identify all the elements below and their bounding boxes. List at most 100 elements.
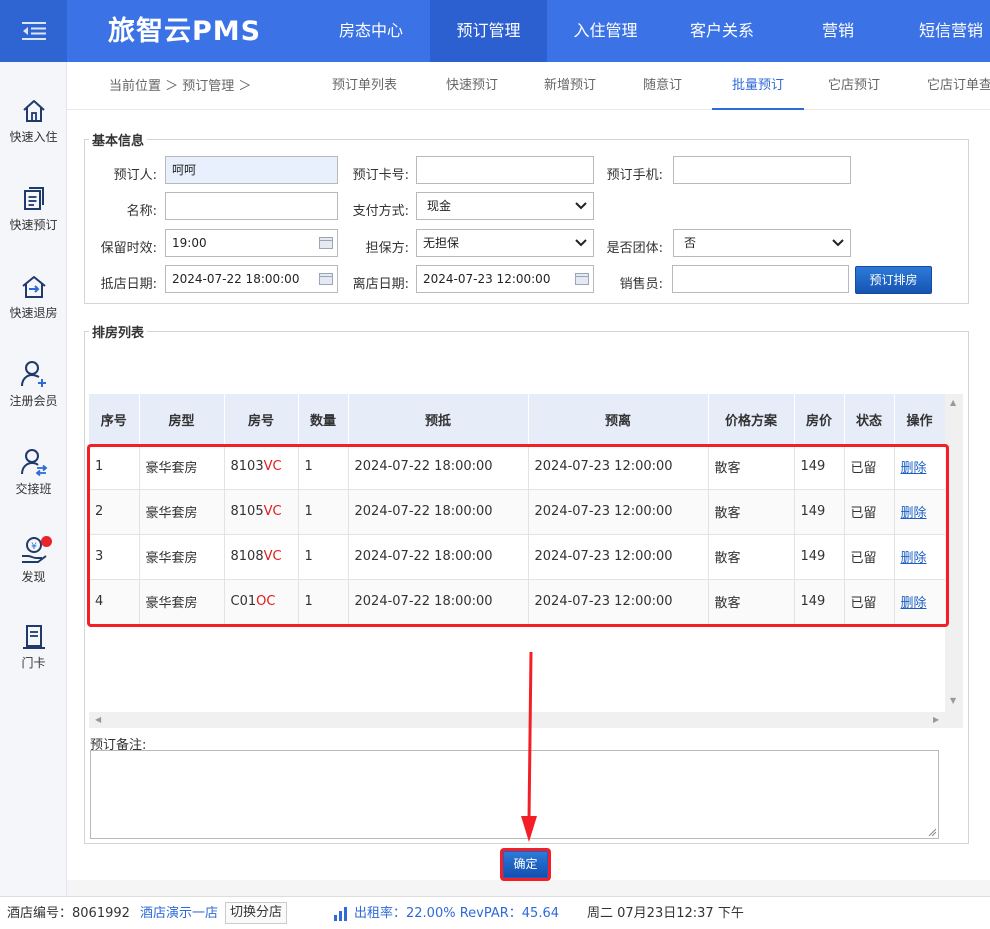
tab-booking-list[interactable]: 预订单列表 — [332, 62, 397, 110]
col-header: 预离 — [528, 394, 709, 444]
arrival-date-input[interactable]: 2024-07-22 18:00:00 — [165, 265, 338, 293]
booker-input[interactable]: 呵呵 — [165, 156, 338, 184]
guarantee-label: 担保方: — [365, 241, 409, 256]
table-header-row: 序号 房型 房号 数量 预抵 预离 价格方案 房价 状态 操作 — [89, 394, 946, 444]
col-header: 房号 — [224, 394, 299, 444]
remark-textarea[interactable] — [90, 750, 939, 839]
col-header: 房价 — [794, 394, 845, 444]
annotation-arrow-icon — [521, 651, 537, 842]
sidebar-item-register-member[interactable]: 注册会员 — [0, 360, 67, 409]
payment-select[interactable]: 现金 — [416, 192, 594, 220]
top-header: 旅智云PMS 房态中心 预订管理 入住管理 客户关系 营销 短信营销 — [0, 0, 990, 62]
scroll-down-icon[interactable]: ▼ — [950, 696, 956, 705]
nav-marketing[interactable]: 营销 — [780, 0, 896, 62]
batch-booking-panel: 基本信息 预订人: 呵呵 预订卡号: 预订手机: 名称: 支付方式: 现金 保留… — [67, 110, 990, 881]
confirm-button[interactable]: 确定 — [504, 852, 547, 877]
notification-dot — [41, 536, 52, 547]
departure-date-input[interactable]: 2024-07-23 12:00:00 — [416, 265, 594, 293]
col-header: 预抵 — [348, 394, 529, 444]
phone-input[interactable] — [673, 156, 851, 184]
chevron-down-icon — [575, 202, 587, 210]
occupancy-stats: 出租率：22.00% RevPAR：45.64 — [354, 906, 559, 921]
status-bar: 酒店编号：8061992 酒店演示一店 切换分店 出租率：22.00% RevP… — [0, 896, 990, 929]
group-label: 是否团体: — [606, 241, 663, 256]
nav-room-status[interactable]: 房态中心 — [312, 0, 430, 62]
arrival-date-label: 抵店日期: — [100, 277, 157, 292]
nav-customer-relations[interactable]: 客户关系 — [664, 0, 780, 62]
basic-info-legend: 基本信息 — [92, 134, 145, 149]
bar-chart-icon — [334, 907, 347, 921]
salesperson-input[interactable] — [672, 265, 849, 293]
nav-sms-marketing[interactable]: 短信营销 — [896, 0, 990, 62]
chevron-down-icon — [832, 239, 844, 247]
group-value: 否 — [684, 236, 697, 250]
document-stack-icon — [23, 187, 44, 210]
nav-booking-management[interactable]: 预订管理 — [430, 0, 547, 62]
scroll-right-icon[interactable]: ▶ — [933, 715, 939, 724]
nav-checkin-management[interactable]: 入住管理 — [547, 0, 664, 62]
tab-new-booking[interactable]: 新增预订 — [544, 62, 596, 110]
tab-free-booking[interactable]: 随意订 — [643, 62, 682, 110]
departure-date-value: 2024-07-23 12:00:00 — [423, 272, 551, 286]
svg-text:¥: ¥ — [31, 542, 37, 552]
rows-highlight-box — [87, 444, 949, 627]
sidebar-label: 快速退房 — [9, 306, 58, 320]
assign-rooms-button[interactable]: 预订排房 — [855, 266, 932, 294]
guarantee-select[interactable]: 无担保 — [416, 229, 594, 257]
hotel-name-link[interactable]: 酒店演示一店 — [140, 897, 218, 929]
add-user-icon — [20, 361, 46, 387]
card-number-input[interactable] — [416, 156, 594, 184]
salesperson-label: 销售员: — [619, 277, 663, 292]
sidebar-label: 快速入住 — [9, 130, 58, 144]
sidebar: 快速入住 快速预订 快速退房 注册会员 交接班 ¥ 发现 门卡 — [0, 62, 67, 896]
tab-other-store-booking[interactable]: 它店预订 — [828, 62, 880, 110]
arrival-date-value: 2024-07-22 18:00:00 — [172, 272, 300, 286]
name-label: 名称: — [126, 204, 157, 219]
col-header: 序号 — [89, 394, 140, 444]
chevron-down-icon — [575, 239, 587, 247]
calendar-icon[interactable] — [319, 273, 333, 285]
calendar-icon[interactable] — [575, 273, 589, 285]
resize-grip-icon[interactable] — [928, 828, 936, 836]
menu-toggle-button[interactable] — [0, 0, 67, 62]
col-header: 数量 — [298, 394, 349, 444]
sidebar-item-discover[interactable]: ¥ 发现 — [0, 536, 67, 585]
group-select[interactable]: 否 — [673, 229, 851, 257]
hold-time-input[interactable]: 19:00 — [165, 229, 338, 257]
scroll-left-icon[interactable]: ◀ — [95, 715, 101, 724]
app-logo: 旅智云PMS — [108, 16, 262, 47]
name-input[interactable] — [165, 192, 338, 220]
sub-nav: 当前位置 ＞ 预订管理 ＞ 预订单列表 快速预订 新增预订 随意订 批量预订 它… — [67, 62, 990, 110]
calendar-icon[interactable] — [319, 237, 333, 249]
tab-other-store-orders[interactable]: 它店订单查 — [927, 62, 990, 110]
col-header: 价格方案 — [708, 394, 795, 444]
guarantee-value: 无担保 — [423, 236, 460, 250]
handover-user-icon — [20, 449, 47, 476]
sidebar-label: 快速预订 — [9, 218, 58, 232]
sidebar-label: 发现 — [21, 570, 46, 584]
departure-date-label: 离店日期: — [352, 277, 409, 292]
sidebar-item-shift-handover[interactable]: 交接班 — [0, 448, 67, 497]
sidebar-label: 门卡 — [21, 656, 46, 670]
confirm-button-highlight: 确定 — [500, 848, 551, 881]
checkout-house-icon — [21, 276, 46, 298]
tab-batch-booking[interactable]: 批量预订 — [712, 62, 804, 110]
col-header: 房型 — [139, 394, 225, 444]
sidebar-label: 交接班 — [15, 482, 52, 496]
sidebar-item-quick-booking[interactable]: 快速预订 — [0, 186, 67, 233]
switch-branch-button[interactable]: 切换分店 — [225, 902, 288, 924]
hotel-number: 酒店编号：8061992 — [7, 906, 130, 921]
top-nav: 房态中心 预订管理 入住管理 客户关系 营销 短信营销 — [312, 0, 990, 62]
scroll-up-icon[interactable]: ▲ — [950, 398, 956, 407]
col-header: 操作 — [894, 394, 946, 444]
tab-quick-booking[interactable]: 快速预订 — [446, 62, 498, 110]
current-datetime: 周二 07月23日12:37 下午 — [587, 906, 744, 921]
main-content: 当前位置 ＞ 预订管理 ＞ 预订单列表 快速预订 新增预订 随意订 批量预订 它… — [67, 62, 990, 896]
payment-value: 现金 — [427, 199, 452, 213]
hold-time-label: 保留时效: — [100, 241, 157, 256]
sidebar-label: 注册会员 — [9, 394, 58, 408]
booker-label: 预订人: — [113, 168, 157, 183]
sidebar-item-quick-checkin[interactable]: 快速入住 — [0, 98, 67, 145]
sidebar-item-quick-checkout[interactable]: 快速退房 — [0, 274, 67, 321]
sidebar-item-door-card[interactable]: 门卡 — [0, 624, 67, 671]
